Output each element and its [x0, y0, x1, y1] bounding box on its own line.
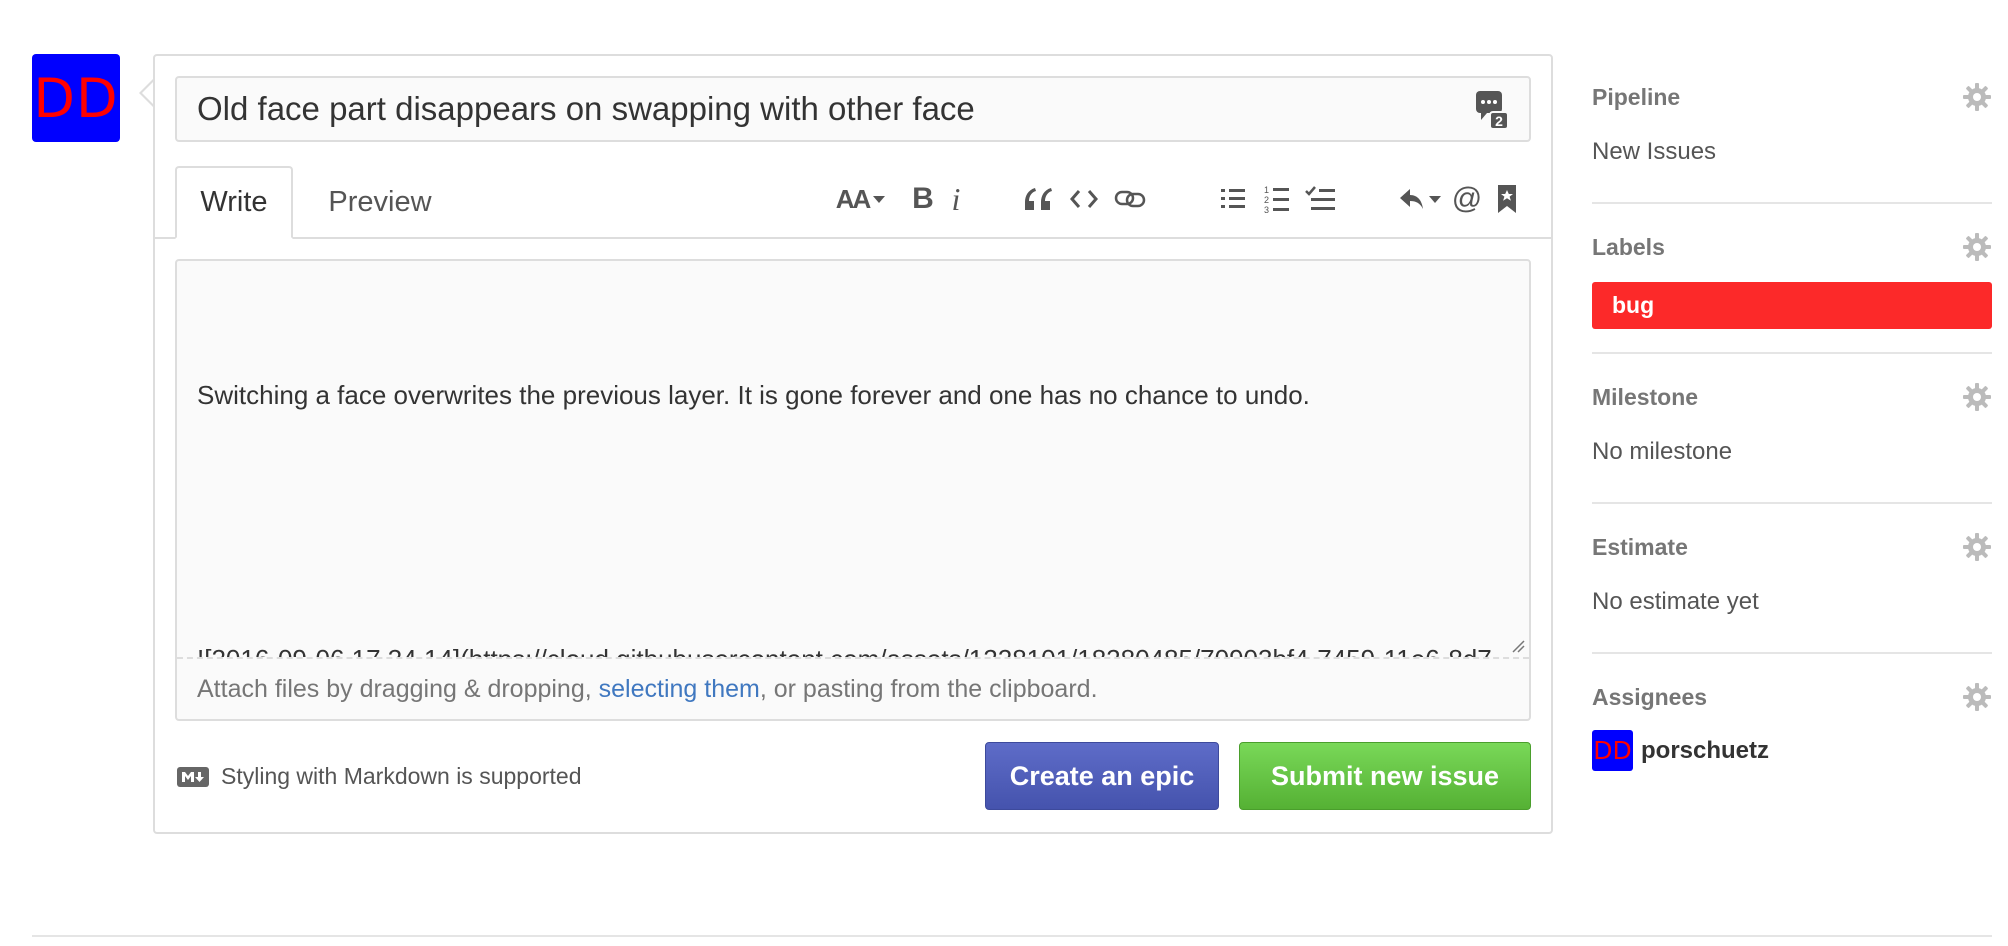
chevron-down-icon	[873, 196, 886, 203]
tab-write-label: Write	[200, 186, 268, 218]
file-drop-zone[interactable]: Attach files by dragging & dropping, sel…	[177, 657, 1529, 719]
label-bug[interactable]: bug	[1592, 282, 1992, 329]
link-button[interactable]	[1107, 174, 1153, 224]
attach-text-prefix: Attach files by dragging & dropping,	[197, 674, 599, 703]
milestone-value: No milestone	[1592, 438, 1733, 465]
bold-icon: B	[912, 182, 934, 215]
assignee-login: porschuetz	[1641, 736, 1770, 764]
ordered-list-button[interactable]: 1 2 3	[1255, 174, 1299, 224]
markdown-toolbar-group3: 1 2 3	[1211, 174, 1343, 224]
svg-text:1: 1	[1264, 185, 1269, 195]
pipeline-heading: Pipeline	[1592, 84, 1681, 110]
markdown-icon	[177, 766, 209, 787]
text-size-button[interactable]: AA	[831, 174, 891, 224]
create-epic-button[interactable]: Create an epic	[985, 742, 1219, 810]
mention-icon: @	[1451, 182, 1483, 215]
saved-replies-icon[interactable]: 2	[1475, 90, 1509, 130]
gear-icon[interactable]	[1962, 682, 1992, 712]
text-size-icon: AA	[835, 183, 872, 214]
issue-title-value: Old face part disappears on swapping wit…	[197, 90, 975, 127]
task-list-icon	[1305, 186, 1335, 210]
footer-divider	[32, 935, 1992, 937]
bookmark-button[interactable]	[1487, 174, 1527, 224]
bookmark-icon	[1498, 185, 1516, 213]
mention-button[interactable]: @	[1447, 174, 1487, 224]
issue-body-content: Switching a face overwrites the previous…	[197, 285, 1497, 813]
new-issue-form: Old face part disappears on swapping wit…	[153, 54, 1553, 834]
submit-issue-label: Submit new issue	[1270, 760, 1500, 791]
markdown-toolbar: AA B i	[831, 174, 969, 224]
label-bug-text: bug	[1612, 292, 1655, 318]
assignees-heading: Assignees	[1592, 684, 1708, 710]
issue-title-input[interactable]: Old face part disappears on swapping wit…	[175, 76, 1531, 142]
task-list-button[interactable]	[1299, 174, 1343, 224]
tab-preview[interactable]: Preview	[305, 166, 455, 239]
ordered-list-icon: 1 2 3	[1264, 185, 1289, 214]
attach-text-suffix: , or pasting from the clipboard.	[759, 674, 1098, 703]
assignee-item[interactable]: DD porschuetz	[1592, 730, 1769, 771]
gear-icon[interactable]	[1962, 82, 1992, 112]
select-files-link[interactable]: selecting them	[599, 675, 760, 704]
sidebar-assignees: Assignees DD porschuetz	[1592, 654, 1992, 804]
reply-button[interactable]	[1393, 174, 1447, 224]
italic-button[interactable]: i	[943, 174, 969, 224]
sidebar-estimate: Estimate No estimate yet	[1592, 504, 1992, 654]
author-avatar-initials: DD	[33, 66, 119, 130]
pipeline-value: New Issues	[1592, 138, 1717, 165]
markdown-toolbar-group4: @	[1393, 174, 1527, 224]
estimate-value: No estimate yet	[1592, 588, 1759, 615]
author-avatar[interactable]: DD	[32, 54, 120, 142]
bold-button[interactable]: B	[903, 174, 943, 224]
link-icon	[1114, 190, 1146, 208]
sidebar-milestone: Milestone No milestone	[1592, 354, 1992, 504]
unordered-list-button[interactable]	[1211, 174, 1255, 224]
code-icon	[1070, 190, 1098, 208]
tab-preview-label: Preview	[328, 186, 432, 218]
quote-icon	[1025, 188, 1052, 210]
quote-button[interactable]	[1015, 174, 1061, 224]
assignee-avatar-initials: DD	[1593, 736, 1632, 765]
gear-icon[interactable]	[1962, 532, 1992, 562]
chevron-down-icon	[1429, 196, 1441, 203]
sidebar-pipeline: Pipeline New Issues	[1592, 54, 1992, 204]
issue-sidebar: Pipeline New Issues Labels bug Milestone…	[1592, 54, 1992, 804]
markdown-hint[interactable]: Styling with Markdown is supported	[177, 763, 582, 790]
avatar: DD	[1592, 730, 1633, 771]
resize-handle-icon[interactable]	[1509, 637, 1525, 653]
issue-body-textarea[interactable]: Switching a face overwrites the previous…	[175, 259, 1531, 721]
svg-text:2: 2	[1495, 113, 1503, 129]
code-button[interactable]	[1061, 174, 1107, 224]
gear-icon[interactable]	[1962, 382, 1992, 412]
submit-issue-button[interactable]: Submit new issue	[1239, 742, 1531, 810]
svg-text:2: 2	[1264, 195, 1269, 205]
reply-icon	[1400, 189, 1423, 209]
gear-icon[interactable]	[1962, 232, 1992, 262]
unordered-list-icon	[1221, 189, 1245, 208]
create-epic-label: Create an epic	[1009, 760, 1195, 791]
milestone-heading: Milestone	[1592, 384, 1699, 410]
tab-write[interactable]: Write	[175, 166, 293, 239]
sidebar-labels: Labels bug	[1592, 204, 1992, 354]
svg-text:3: 3	[1264, 205, 1269, 214]
estimate-heading: Estimate	[1592, 534, 1688, 560]
issue-body-line: Switching a face overwrites the previous…	[197, 380, 1310, 410]
labels-heading: Labels	[1592, 234, 1665, 260]
markdown-toolbar-group2	[1015, 174, 1153, 224]
markdown-hint-text: Styling with Markdown is supported	[221, 763, 582, 789]
italic-icon: i	[951, 180, 961, 217]
